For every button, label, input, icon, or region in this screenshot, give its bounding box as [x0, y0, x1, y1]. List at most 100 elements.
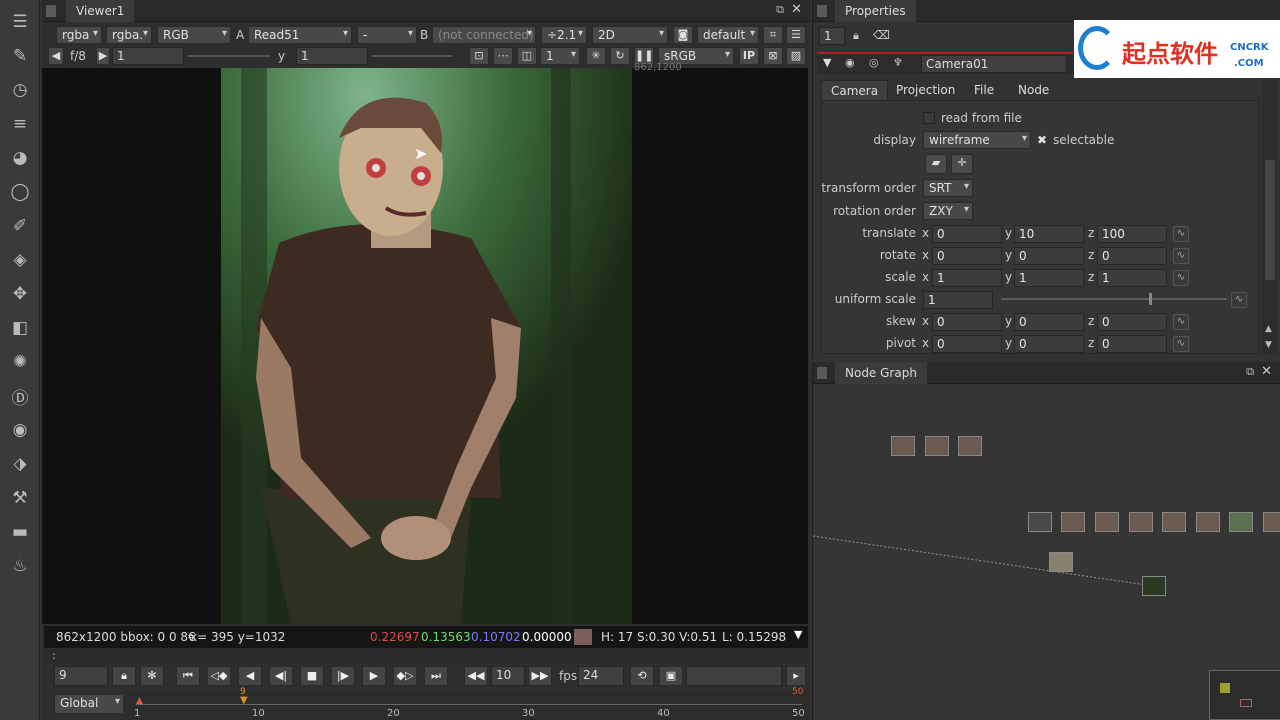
tab-file[interactable]: File	[965, 80, 1003, 100]
loop-icon[interactable]: ⟲	[630, 666, 654, 686]
read-node[interactable]	[958, 436, 982, 456]
time-icon[interactable]: ◷	[8, 78, 32, 102]
gain-slider[interactable]	[188, 55, 270, 57]
play-backward-button[interactable]: ◀|	[269, 666, 293, 686]
transform-icon[interactable]: ✥	[8, 282, 32, 306]
views-icon[interactable]: ◉	[8, 418, 32, 442]
gain-field[interactable]: 1	[112, 47, 184, 65]
animation-curve-icon[interactable]: ∿	[1173, 248, 1189, 264]
keyer-icon[interactable]: ✐	[8, 214, 32, 238]
read-node[interactable]	[1049, 552, 1073, 572]
status-menu-icon[interactable]: ▼	[794, 628, 802, 641]
timeline-scrubber[interactable]: ▲ 9 ▼ 50 1 10 20 30 40 50	[128, 687, 808, 720]
wipe-icon[interactable]: ◫	[517, 47, 537, 65]
furnace-icon[interactable]: ♨	[8, 554, 32, 578]
fstop-decrease-icon[interactable]: ◀	[48, 47, 64, 65]
skew-y-field[interactable]: 0	[1014, 313, 1084, 331]
scroll-up-icon[interactable]: ▲	[1265, 324, 1272, 334]
toolbar-menu-icon[interactable]: ☰	[8, 10, 32, 34]
skip-forward-button[interactable]: ▶▶	[528, 666, 552, 686]
translate-y-field[interactable]: 10	[1014, 225, 1084, 243]
next-frame-button[interactable]: ▶	[362, 666, 386, 686]
float-panel-icon[interactable]: ⧉	[776, 3, 784, 17]
b-input-dropdown[interactable]: (not connected)	[432, 26, 536, 44]
tab-node[interactable]: Node	[1009, 80, 1058, 100]
transform-order-dropdown[interactable]: SRT	[923, 179, 973, 197]
animation-curve-icon[interactable]: ∿	[1173, 336, 1189, 352]
frame-range-dropdown[interactable]: Global	[54, 694, 124, 714]
prev-keyframe-button[interactable]: ◁◆	[207, 666, 231, 686]
pivot-z-field[interactable]: 0	[1097, 335, 1167, 353]
rotate-x-field[interactable]: 0	[932, 247, 1002, 265]
minimap-viewport[interactable]	[1240, 699, 1252, 707]
camera-icon[interactable]: ◙	[673, 26, 693, 44]
read-node[interactable]	[1263, 512, 1280, 532]
paint-icon[interactable]: ✎	[8, 44, 32, 68]
read-node[interactable]	[891, 436, 915, 456]
prev-frame-button[interactable]: ◀	[238, 666, 262, 686]
metadata-icon[interactable]: ⬗	[8, 452, 32, 476]
rotate-y-field[interactable]: 0	[1014, 247, 1084, 265]
toolsets-icon[interactable]: ▬	[8, 520, 32, 544]
filter-icon[interactable]: ◯	[8, 180, 32, 204]
translate-x-field[interactable]: 0	[932, 225, 1002, 243]
stop-button[interactable]: ■	[300, 666, 324, 686]
colorspace-dropdown[interactable]: RGB	[157, 26, 231, 44]
fps-field[interactable]: 24	[578, 666, 624, 686]
animation-curve-icon[interactable]: ∿	[1173, 226, 1189, 242]
skew-z-field[interactable]: 0	[1097, 313, 1167, 331]
viewer-settings-icon[interactable]: ☰	[786, 26, 806, 44]
scrollbar-thumb[interactable]	[1265, 160, 1275, 280]
node-graph-panel[interactable]: Node Graph ⧉ ✕	[812, 362, 1280, 720]
fstop-increase-icon[interactable]: ▶	[96, 47, 110, 65]
tab-properties[interactable]: Properties	[835, 0, 916, 22]
help-icon[interactable]: ♆	[893, 56, 903, 69]
refresh-icon[interactable]: ↻	[610, 47, 630, 65]
read-node[interactable]	[1196, 512, 1220, 532]
first-frame-button[interactable]: ⏮	[176, 666, 200, 686]
lut-dropdown[interactable]: default	[697, 26, 759, 44]
frame-step-field[interactable]: 10	[491, 666, 525, 686]
flipbook-icon[interactable]: ▣	[659, 666, 683, 686]
3d-icon[interactable]: ◧	[8, 316, 32, 340]
clear-panels-icon[interactable]: ⌫	[873, 28, 890, 42]
rotate-z-field[interactable]: 0	[1097, 247, 1167, 265]
last-frame-button[interactable]: ⏭	[424, 666, 448, 686]
pivot-y-field[interactable]: 0	[1014, 335, 1084, 353]
max-panels-field[interactable]: 1	[819, 27, 845, 45]
proxy-dropdown[interactable]: 1	[540, 47, 580, 65]
properties-scrollbar[interactable]: ▲ ▼	[1263, 80, 1277, 354]
alpha-channel-dropdown[interactable]: rgba.	[106, 26, 152, 44]
tab-camera[interactable]: Camera	[821, 80, 889, 100]
scale-x-field[interactable]: 1	[932, 269, 1002, 287]
lock-icon[interactable]: 🔒︎	[112, 666, 136, 686]
read-node[interactable]	[1229, 512, 1253, 532]
node-color-icon[interactable]: ◉	[845, 56, 855, 69]
node-name-field[interactable]: Camera01	[921, 55, 1067, 73]
timeline-range-field[interactable]	[686, 666, 782, 686]
slider-handle[interactable]	[1149, 293, 1152, 305]
a-input-dropdown[interactable]: Read51	[248, 26, 352, 44]
animation-curve-icon[interactable]: ∿	[1173, 270, 1189, 286]
scale-z-field[interactable]: 1	[1097, 269, 1167, 287]
constant-node[interactable]	[1028, 512, 1052, 532]
node-graph-minimap[interactable]	[1209, 670, 1280, 720]
clip-icon[interactable]: ⊡	[469, 47, 489, 65]
folder-icon[interactable]: ▰	[925, 154, 947, 174]
downscale-dropdown[interactable]: ÷2.1	[541, 26, 587, 44]
read-from-file-checkbox[interactable]	[923, 112, 935, 124]
animation-curve-icon[interactable]: ∿	[1173, 314, 1189, 330]
axis-icon[interactable]: ✛	[951, 154, 973, 174]
skip-back-button[interactable]: ◀◀	[464, 666, 488, 686]
channel-icon[interactable]: ≡	[8, 112, 32, 136]
read-node[interactable]	[1061, 512, 1085, 532]
other-icon[interactable]: ⚒	[8, 486, 32, 510]
close-panel-icon[interactable]: ✕	[791, 2, 802, 17]
next-keyframe-button[interactable]: ◆▷	[393, 666, 417, 686]
scale-y-field[interactable]: 1	[1014, 269, 1084, 287]
play-forward-button[interactable]: |▶	[331, 666, 355, 686]
panel-menu-icon[interactable]	[817, 5, 827, 17]
collapse-icon[interactable]: ▼	[823, 56, 831, 69]
deep-icon[interactable]: Ⓓ	[8, 384, 32, 409]
merge-icon[interactable]: ◈	[8, 248, 32, 272]
